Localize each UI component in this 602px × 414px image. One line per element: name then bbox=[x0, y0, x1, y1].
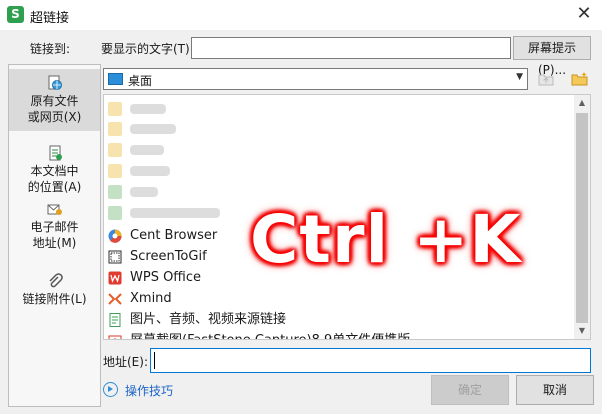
file-icon bbox=[108, 185, 122, 199]
link-type-label-line1: 链接附件(L) bbox=[22, 292, 87, 306]
screentip-button[interactable]: 屏幕提示(P)... bbox=[513, 36, 591, 77]
link-type-existing-file[interactable]: 原有文件 或网页(X) bbox=[9, 69, 100, 131]
blurred-file-name bbox=[130, 208, 220, 218]
wps-icon bbox=[108, 271, 122, 285]
ok-button[interactable]: 确定 bbox=[431, 375, 509, 405]
shortcut-overlay-text: Ctrl +K bbox=[250, 201, 522, 278]
list-item[interactable] bbox=[106, 182, 576, 202]
link-type-attachment[interactable]: 链接附件(L) bbox=[9, 271, 100, 311]
email-icon bbox=[47, 204, 62, 215]
paperclip-icon bbox=[48, 273, 63, 288]
link-type-panel: 原有文件 或网页(X) 本文档中 的位置(A) 电子邮件 地址(M) 链接附件(… bbox=[8, 64, 101, 407]
capture-icon bbox=[108, 335, 122, 339]
file-name: Cent Browser bbox=[130, 228, 218, 243]
file-name: 图片、音频、视频来源链接 bbox=[130, 312, 287, 327]
globe-document-icon bbox=[48, 75, 62, 90]
new-folder-icon bbox=[571, 72, 588, 86]
text-caret bbox=[154, 352, 155, 369]
folder-icon bbox=[108, 102, 122, 116]
link-type-label-line1: 电子邮件 bbox=[30, 220, 79, 234]
desktop-icon bbox=[108, 73, 123, 85]
up-folder-button[interactable] bbox=[533, 67, 559, 91]
cent-browser-icon bbox=[108, 229, 122, 243]
list-item[interactable]: 屏幕截图(FastStone Capture)8.9单文件便携版 bbox=[106, 331, 576, 339]
file-name: 屏幕截图(FastStone Capture)8.9单文件便携版 bbox=[130, 332, 410, 339]
folder-icon bbox=[108, 164, 122, 178]
file-name: Xmind bbox=[130, 291, 172, 306]
address-label: 地址(E): bbox=[103, 355, 148, 369]
link-type-label-line1: 本文档中 bbox=[30, 164, 79, 178]
document-icon bbox=[109, 313, 121, 327]
blurred-file-name bbox=[130, 104, 166, 114]
scrollbar-thumb[interactable] bbox=[576, 113, 588, 323]
operation-tips-label: 操作技巧 bbox=[125, 384, 174, 398]
blurred-file-name bbox=[130, 124, 176, 134]
link-type-label-line1: 原有文件 bbox=[30, 94, 79, 108]
play-circle-icon bbox=[103, 382, 118, 397]
list-item[interactable]: 图片、音频、视频来源链接 bbox=[106, 310, 576, 330]
file-name: ScreenToGif bbox=[130, 249, 207, 264]
file-name: WPS Office bbox=[130, 270, 202, 285]
file-icon bbox=[108, 206, 122, 220]
title-bar: S 超链接 ✕ bbox=[0, 0, 602, 30]
current-folder-name: 桌面 bbox=[128, 74, 153, 88]
list-item[interactable]: Xmind bbox=[106, 289, 576, 309]
look-in-combo[interactable]: 桌面 ▼ bbox=[103, 68, 528, 90]
scroll-down-icon[interactable]: ▼ bbox=[574, 323, 590, 339]
cancel-button[interactable]: 取消 bbox=[516, 375, 594, 405]
xmind-icon bbox=[108, 293, 122, 305]
wps-app-icon: S bbox=[7, 6, 24, 23]
blurred-file-name bbox=[130, 145, 164, 155]
list-item[interactable] bbox=[106, 140, 576, 160]
folder-icon bbox=[108, 122, 122, 136]
blurred-file-name bbox=[130, 187, 158, 197]
link-type-label-line2: 地址(M) bbox=[32, 236, 77, 250]
link-type-email[interactable]: 电子邮件 地址(M) bbox=[9, 197, 100, 255]
close-icon[interactable]: ✕ bbox=[572, 2, 596, 26]
display-text-label: 要显示的文字(T): bbox=[101, 42, 194, 56]
scroll-up-icon[interactable]: ▲ bbox=[574, 95, 590, 111]
link-type-label-line2: 或网页(X) bbox=[27, 110, 82, 124]
link-type-label-line2: 的位置(A) bbox=[27, 180, 82, 194]
file-list-scrollbar[interactable]: ▲ ▼ bbox=[574, 95, 590, 339]
new-folder-button[interactable] bbox=[567, 67, 593, 91]
dialog-title: 超链接 bbox=[30, 11, 70, 26]
chevron-down-icon: ▼ bbox=[516, 72, 523, 82]
screentogif-icon bbox=[108, 250, 122, 264]
folder-icon bbox=[108, 143, 122, 157]
blurred-file-name bbox=[130, 166, 170, 176]
display-text-input[interactable] bbox=[191, 37, 511, 59]
document-place-icon bbox=[49, 145, 62, 161]
list-item[interactable] bbox=[106, 99, 576, 119]
up-folder-icon bbox=[538, 74, 554, 86]
list-item[interactable] bbox=[106, 161, 576, 181]
link-type-this-document[interactable]: 本文档中 的位置(A) bbox=[9, 139, 100, 197]
address-input[interactable] bbox=[150, 348, 591, 373]
list-item[interactable] bbox=[106, 119, 576, 139]
link-to-label: 链接到: bbox=[30, 42, 71, 56]
